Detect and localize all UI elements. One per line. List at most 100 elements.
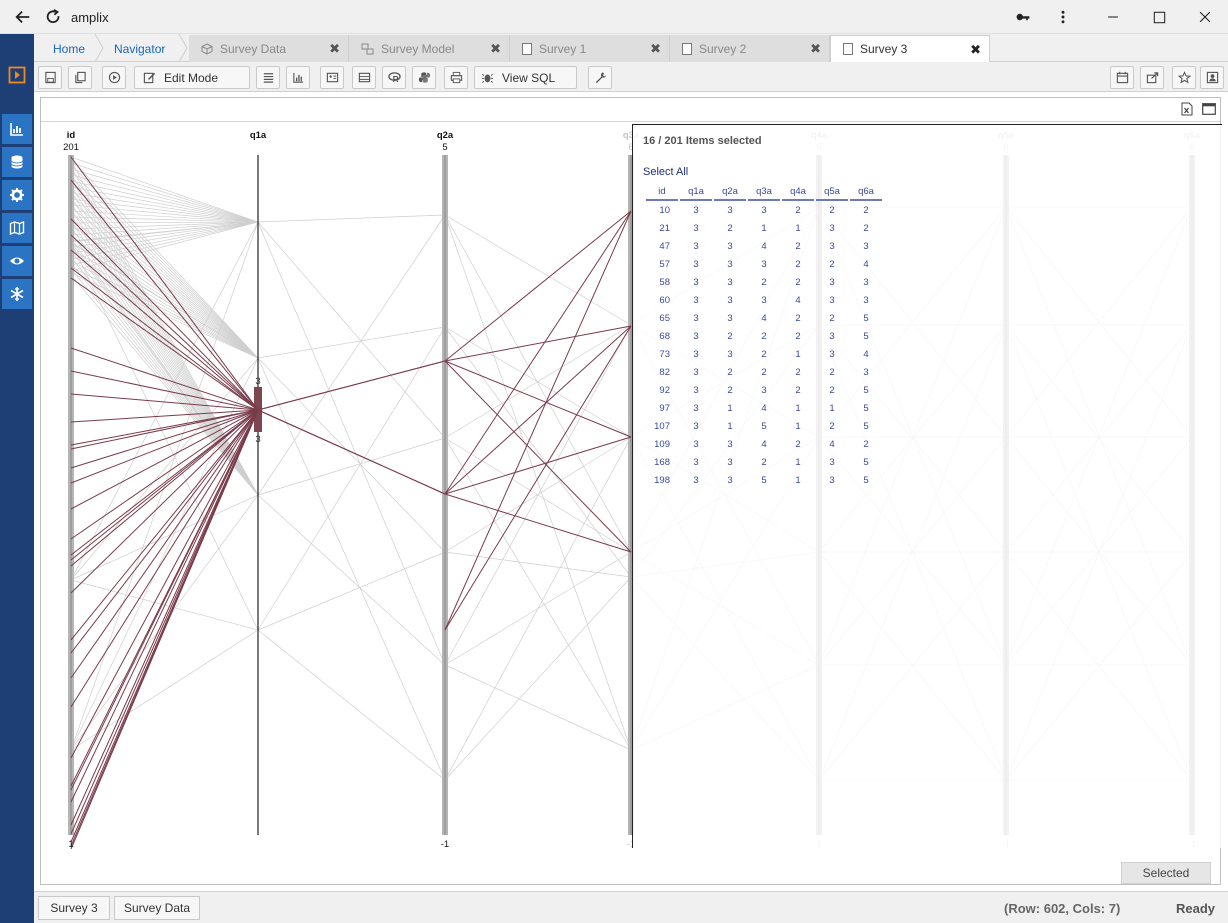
tab-survey-2[interactable]: Survey 2 ✖ <box>670 35 830 62</box>
panel-toggle-icon[interactable] <box>8 66 26 84</box>
table-row[interactable]: 168 3 3 2 1 3 5 <box>646 453 882 471</box>
table-row[interactable]: 97 3 1 4 1 1 5 <box>646 399 882 417</box>
table-cell: 2 <box>761 276 767 288</box>
close-tab-icon[interactable]: ✖ <box>810 41 821 57</box>
chart-view-button[interactable] <box>286 66 310 89</box>
breadcrumb-home-label[interactable]: Home <box>53 42 85 56</box>
bottom-tab-survey-3[interactable]: Survey 3 <box>38 896 110 920</box>
close-window-icon[interactable] <box>1194 6 1216 28</box>
back-arrow-icon[interactable] <box>12 6 34 28</box>
r-script-button[interactable]: R <box>382 66 406 89</box>
selected-line <box>70 393 259 411</box>
column-header[interactable]: q4a <box>782 183 814 201</box>
background-line <box>257 326 446 359</box>
table-cell: 168 <box>654 456 670 468</box>
python-icon <box>418 72 430 83</box>
background-line <box>70 357 259 751</box>
eye-nav-icon[interactable] <box>2 246 32 276</box>
close-tab-icon[interactable]: ✖ <box>650 41 661 57</box>
list-view-button[interactable] <box>256 66 280 89</box>
background-line <box>444 576 632 781</box>
column-header[interactable]: id <box>646 183 678 201</box>
edit-mode-button[interactable]: Edit Mode <box>134 66 250 89</box>
table-row[interactable]: 47 3 3 4 2 3 3 <box>646 237 882 255</box>
minimize-icon[interactable] <box>1102 6 1124 28</box>
breadcrumb-home[interactable]: Home <box>34 35 96 62</box>
database-nav-icon[interactable] <box>2 147 32 177</box>
save-button[interactable] <box>38 66 62 89</box>
settings-nav-icon[interactable] <box>2 180 32 210</box>
table-row[interactable]: 68 3 2 2 2 3 5 <box>646 327 882 345</box>
table-row[interactable]: 73 3 3 2 1 3 4 <box>646 345 882 363</box>
tab-survey-3[interactable]: Survey 3 ✖ <box>830 35 990 62</box>
column-header[interactable]: q5a <box>816 183 848 201</box>
table-row[interactable]: 58 3 3 2 2 3 3 <box>646 273 882 291</box>
table-row[interactable]: 10 3 3 3 2 2 2 <box>646 201 882 219</box>
selected-line <box>70 409 259 791</box>
table-cell: 2 <box>795 204 801 216</box>
copy-button[interactable] <box>68 66 92 89</box>
table-cell: 3 <box>693 276 699 288</box>
run-button[interactable] <box>102 66 126 89</box>
table-row[interactable]: 92 3 2 3 2 2 5 <box>646 381 882 399</box>
share-button[interactable] <box>1140 66 1164 89</box>
background-line <box>70 208 259 496</box>
background-line <box>257 214 446 223</box>
table-row[interactable]: 82 3 2 2 2 2 3 <box>646 363 882 381</box>
table-cell: 1 <box>795 474 801 486</box>
table-cell: 5 <box>863 402 869 414</box>
table-cell: 3 <box>727 240 733 252</box>
python-button[interactable] <box>412 66 436 89</box>
tools-button[interactable] <box>588 66 612 89</box>
snowflake-nav-icon[interactable] <box>2 279 32 309</box>
calendar-button[interactable] <box>1110 66 1134 89</box>
table-cell: 3 <box>727 474 733 486</box>
tab-survey-data[interactable]: Survey Data ✖ <box>189 35 349 62</box>
maximize-icon[interactable] <box>1148 6 1170 28</box>
selected-button[interactable]: Selected <box>1121 862 1211 884</box>
table-cell: 3 <box>693 474 699 486</box>
selected-line <box>444 210 632 362</box>
table-cell: 82 <box>659 366 670 378</box>
breadcrumb-separator <box>178 34 188 62</box>
more-vertical-icon[interactable] <box>1052 6 1074 28</box>
map-nav-icon[interactable] <box>2 213 32 243</box>
table-row[interactable]: 21 3 2 1 1 3 2 <box>646 219 882 237</box>
breadcrumb-navigator-label[interactable]: Navigator <box>114 42 165 56</box>
selected-line <box>444 325 632 631</box>
table-view-button[interactable] <box>352 66 376 89</box>
column-header[interactable]: q1a <box>680 183 712 201</box>
table-row[interactable]: 57 3 3 3 2 2 4 <box>646 255 882 273</box>
table-row[interactable]: 198 3 3 5 1 3 5 <box>646 471 882 489</box>
selection-panel: 16 / 201 Items selected Select All id q1a… <box>632 124 1222 848</box>
breadcrumb-navigator[interactable]: Navigator <box>104 35 186 62</box>
view-sql-button[interactable]: View SQL <box>474 66 577 89</box>
key-icon[interactable] <box>1012 6 1034 28</box>
refresh-icon[interactable] <box>42 6 64 28</box>
column-header[interactable]: q6a <box>850 183 882 201</box>
tab-survey-model[interactable]: Survey Model ✖ <box>349 35 510 62</box>
background-line <box>257 326 446 631</box>
user-panel-button[interactable] <box>1200 66 1224 89</box>
table-cell: 3 <box>693 366 699 378</box>
close-tab-icon[interactable]: ✖ <box>329 41 340 57</box>
column-header[interactable]: q2a <box>714 183 746 201</box>
table-cell: 3 <box>863 276 869 288</box>
card-view-button[interactable] <box>320 66 344 89</box>
charts-nav-icon[interactable] <box>2 114 32 144</box>
background-line <box>70 221 259 751</box>
column-header[interactable]: q3a <box>748 183 780 201</box>
tab-survey-1[interactable]: Survey 1 ✖ <box>510 35 670 62</box>
table-row[interactable]: 107 3 1 5 1 2 5 <box>646 417 882 435</box>
close-tab-icon[interactable]: ✖ <box>970 42 981 58</box>
table-row[interactable]: 109 3 3 4 2 4 2 <box>646 435 882 453</box>
edit-mode-label: Edit Mode <box>164 70 219 85</box>
favorite-button[interactable] <box>1172 66 1196 89</box>
table-row[interactable]: 65 3 3 4 2 2 5 <box>646 309 882 327</box>
select-all-link[interactable]: Select All <box>643 166 688 178</box>
bottom-tab-survey-data[interactable]: Survey Data <box>114 896 200 920</box>
table-row[interactable]: 60 3 3 3 4 3 3 <box>646 291 882 309</box>
print-button[interactable] <box>444 66 468 89</box>
table-cell: 5 <box>863 420 869 432</box>
close-tab-icon[interactable]: ✖ <box>490 41 501 57</box>
